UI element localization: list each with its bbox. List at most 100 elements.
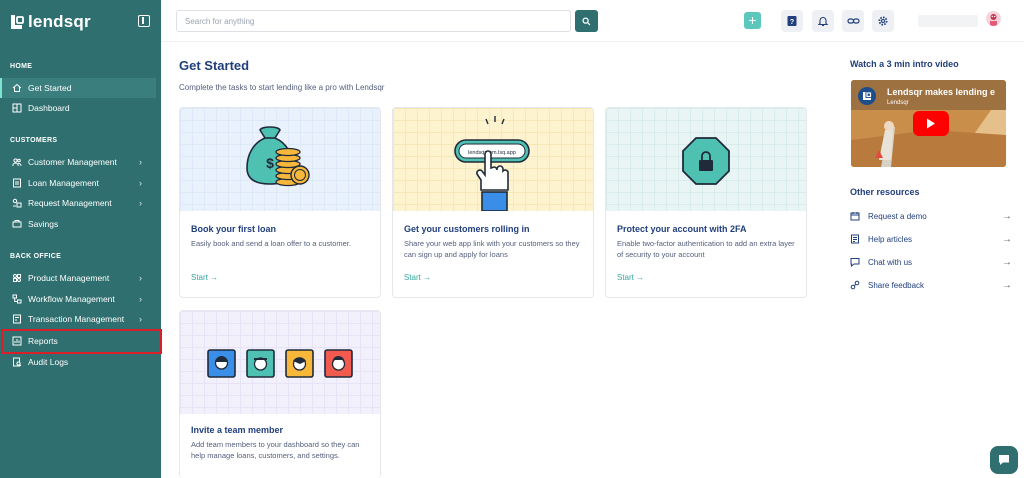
sidebar-item-product-management[interactable]: Product Management › bbox=[0, 268, 156, 288]
topbar: Search for anything + ? bbox=[161, 0, 1024, 42]
savings-icon bbox=[12, 219, 22, 229]
sidebar-item-label: Loan Management bbox=[28, 178, 99, 188]
start-link[interactable]: Start → bbox=[191, 273, 218, 282]
sidebar-item-get-started[interactable]: Get Started bbox=[0, 78, 156, 98]
dashboard-icon bbox=[12, 103, 22, 113]
article-icon bbox=[851, 234, 859, 244]
video-title: Lendsqr makes lending e bbox=[887, 87, 996, 97]
avatar[interactable] bbox=[986, 11, 1001, 26]
arrow-right-icon: → bbox=[1002, 233, 1012, 245]
loan-icon bbox=[12, 178, 22, 188]
intro-video[interactable]: Lendsqr makes lending e Lendsqr bbox=[851, 80, 1006, 167]
resource-label: Request a demo bbox=[868, 211, 927, 221]
audit-icon bbox=[12, 357, 22, 367]
card-description: Easily book and send a loan offer to a c… bbox=[191, 239, 351, 248]
section-title-home: HOME bbox=[10, 63, 33, 70]
arrow-right-icon: → bbox=[1002, 279, 1012, 291]
chevron-right-icon: › bbox=[139, 198, 142, 208]
resource-label: Help articles bbox=[868, 234, 913, 244]
product-icon bbox=[12, 273, 22, 283]
page-subtitle: Complete the tasks to start lending like… bbox=[179, 83, 385, 92]
card-title: Invite a team member bbox=[191, 425, 284, 435]
add-button[interactable]: + bbox=[744, 12, 761, 29]
logo-text: lendsqr bbox=[28, 12, 91, 31]
sidebar-item-label: Product Management bbox=[28, 273, 110, 283]
transaction-icon bbox=[12, 314, 22, 324]
gear-icon bbox=[878, 16, 888, 26]
team-avatars-illustration bbox=[180, 311, 380, 414]
arrow-right-icon: → bbox=[1002, 256, 1012, 268]
notifications-button[interactable] bbox=[812, 10, 834, 32]
resource-chat[interactable]: Chat with us → bbox=[850, 255, 1012, 269]
logo[interactable]: lendsqr bbox=[10, 12, 91, 32]
chevron-right-icon: › bbox=[139, 273, 142, 283]
help-button[interactable]: ? bbox=[781, 10, 803, 32]
video-heading: Watch a 3 min intro video bbox=[850, 59, 959, 69]
avatar-icon bbox=[990, 14, 997, 26]
lendsqr-logo-icon bbox=[10, 14, 24, 30]
card-invite-team[interactable]: Invite a team member Add team members to… bbox=[179, 310, 381, 478]
link-button[interactable] bbox=[842, 10, 864, 32]
sidebar-item-label: Transaction Management bbox=[28, 314, 125, 324]
sidebar-item-label: Savings bbox=[28, 219, 59, 229]
card-book-loan[interactable]: $ Book your first loan Easily book and s… bbox=[179, 107, 381, 298]
resource-help-articles[interactable]: Help articles → bbox=[850, 232, 1012, 246]
search-input[interactable]: Search for anything bbox=[176, 10, 571, 32]
card-title: Book your first loan bbox=[191, 224, 277, 234]
video-channel: Lendsqr bbox=[887, 100, 909, 106]
section-title-customers: CUSTOMERS bbox=[10, 137, 58, 144]
resource-feedback[interactable]: Share feedback → bbox=[850, 278, 1012, 292]
card-2fa[interactable]: Protect your account with 2FA Enable two… bbox=[605, 107, 807, 298]
search-icon bbox=[582, 16, 591, 25]
svg-text:$: $ bbox=[266, 155, 274, 171]
sidebar-item-workflow-management[interactable]: Workflow Management › bbox=[0, 289, 156, 309]
users-icon bbox=[12, 157, 22, 167]
card-title: Get your customers rolling in bbox=[404, 224, 530, 234]
request-icon bbox=[12, 198, 22, 208]
card-title: Protect your account with 2FA bbox=[617, 224, 747, 234]
youtube-play-icon[interactable] bbox=[913, 111, 949, 136]
chevron-right-icon: › bbox=[139, 294, 142, 304]
web-link-illustration: lendsqrcom.lsq.app bbox=[393, 108, 593, 211]
section-title-back-office: BACK OFFICE bbox=[10, 253, 62, 260]
feedback-icon bbox=[850, 280, 860, 290]
help-book-icon: ? bbox=[787, 16, 797, 26]
money-bag-illustration: $ bbox=[180, 108, 380, 211]
collapse-sidebar-icon[interactable] bbox=[138, 15, 150, 27]
sidebar-item-audit-logs[interactable]: Audit Logs bbox=[0, 352, 156, 372]
user-name-blurred[interactable] bbox=[918, 15, 978, 27]
sidebar-item-customer-management[interactable]: Customer Management › bbox=[0, 152, 156, 172]
resource-label: Chat with us bbox=[868, 257, 913, 267]
settings-button[interactable] bbox=[872, 10, 894, 32]
chevron-right-icon: › bbox=[139, 157, 142, 167]
sidebar-item-savings[interactable]: Savings bbox=[0, 214, 156, 234]
chat-widget-button[interactable] bbox=[990, 446, 1018, 474]
reports-highlight-box bbox=[1, 329, 162, 354]
sidebar-item-label: Get Started bbox=[28, 83, 72, 93]
workflow-icon bbox=[12, 294, 22, 304]
start-link[interactable]: Start → bbox=[617, 273, 644, 282]
svg-text:lendsqrcom.lsq.app: lendsqrcom.lsq.app bbox=[468, 150, 516, 156]
start-link[interactable]: Start → bbox=[404, 273, 431, 282]
sidebar-item-label: Audit Logs bbox=[28, 357, 69, 367]
search-button[interactable] bbox=[575, 10, 598, 32]
sidebar-item-dashboard[interactable]: Dashboard bbox=[0, 98, 156, 118]
sidebar-item-label: Dashboard bbox=[28, 103, 70, 113]
link-icon bbox=[846, 18, 860, 24]
chevron-right-icon: › bbox=[139, 314, 142, 324]
sidebar-item-transaction-management[interactable]: Transaction Management › bbox=[0, 309, 156, 329]
page-title: Get Started bbox=[179, 58, 250, 73]
arrow-right-icon: → bbox=[1002, 210, 1012, 222]
sidebar-item-request-management[interactable]: Request Management › bbox=[0, 193, 156, 213]
card-description: Add team members to your dashboard so th… bbox=[191, 440, 360, 460]
chat-bubble-icon bbox=[999, 455, 1009, 465]
svg-text:?: ? bbox=[790, 19, 794, 26]
card-customers-rolling[interactable]: lendsqrcom.lsq.app Get your customers ro… bbox=[392, 107, 594, 298]
sidebar-item-loan-management[interactable]: Loan Management › bbox=[0, 173, 156, 193]
chat-icon bbox=[850, 258, 860, 267]
channel-logo-icon bbox=[858, 87, 876, 105]
sidebar: lendsqr HOME Get Started Dashboard CUSTO… bbox=[0, 0, 161, 478]
bell-icon bbox=[817, 17, 829, 27]
calendar-icon bbox=[850, 212, 860, 221]
resource-request-demo[interactable]: Request a demo → bbox=[850, 209, 1012, 223]
